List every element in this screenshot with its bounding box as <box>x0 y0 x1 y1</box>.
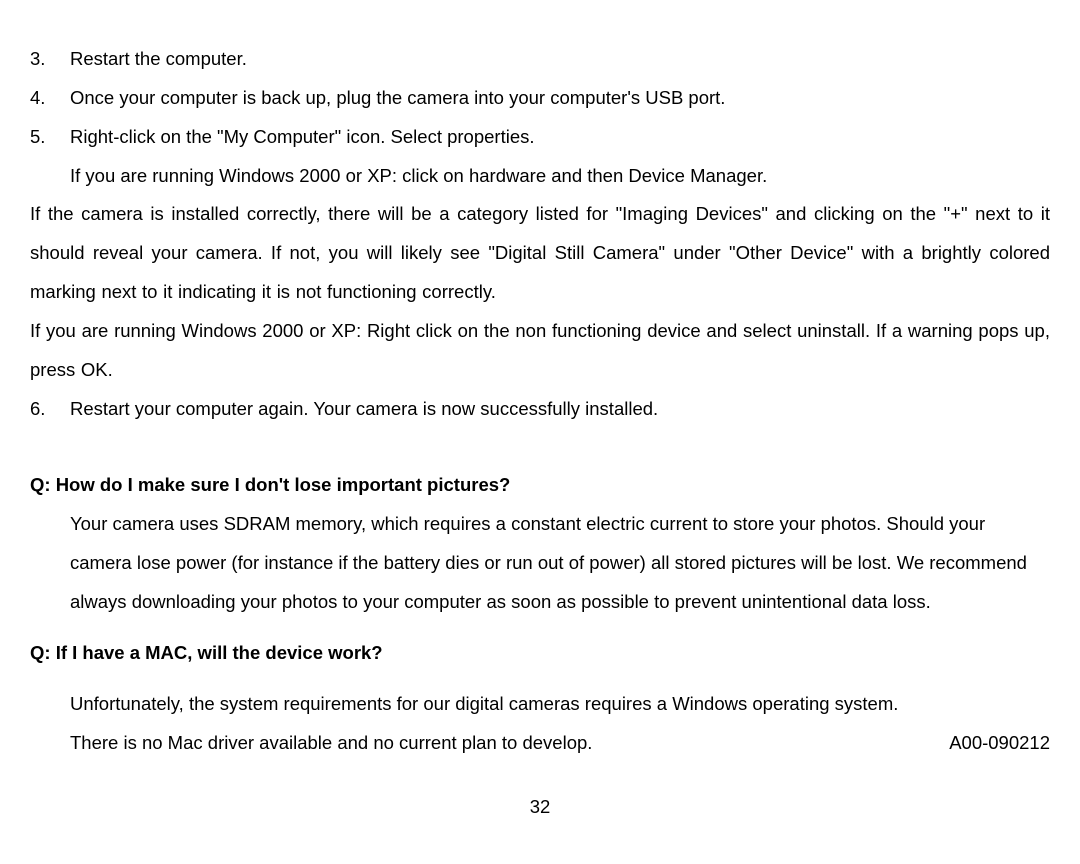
step-4: 4. Once your computer is back up, plug t… <box>30 79 1050 118</box>
faq-answer-pictures: Your camera uses SDRAM memory, which req… <box>30 505 1050 622</box>
faq-question-mac: Q: If I have a MAC, will the device work… <box>30 634 1050 673</box>
faq-answer-mac-line2: There is no Mac driver available and no … <box>70 724 592 763</box>
paragraph-imaging-devices: If the camera is installed correctly, th… <box>30 195 1050 312</box>
step-number: 5. <box>30 118 70 157</box>
step-6: 6. Restart your computer again. Your cam… <box>30 390 1050 429</box>
spacer <box>30 673 1050 685</box>
faq-question-pictures: Q: How do I make sure I don't lose impor… <box>30 466 1050 505</box>
step-5: 5. Right-click on the "My Computer" icon… <box>30 118 1050 157</box>
faq-answer-mac-line1: Unfortunately, the system requirements f… <box>30 685 1050 724</box>
step-text: Right-click on the "My Computer" icon. S… <box>70 118 1050 157</box>
paragraph-uninstall: If you are running Windows 2000 or XP: R… <box>30 312 1050 390</box>
step-number: 6. <box>30 390 70 429</box>
spacer <box>30 428 1050 466</box>
page-number: 32 <box>30 788 1050 827</box>
step-number: 3. <box>30 40 70 79</box>
step-text: Restart your computer again. Your camera… <box>70 390 1050 429</box>
faq-answer-mac-line2-row: There is no Mac driver available and no … <box>30 724 1050 763</box>
step-text: Once your computer is back up, plug the … <box>70 79 1050 118</box>
step-number: 4. <box>30 79 70 118</box>
document-code: A00-090212 <box>949 724 1050 763</box>
step-5-sub: If you are running Windows 2000 or XP: c… <box>30 157 1050 196</box>
document-page: 3. Restart the computer. 4. Once your co… <box>0 0 1080 847</box>
step-3: 3. Restart the computer. <box>30 40 1050 79</box>
step-text: Restart the computer. <box>70 40 1050 79</box>
spacer <box>30 622 1050 634</box>
